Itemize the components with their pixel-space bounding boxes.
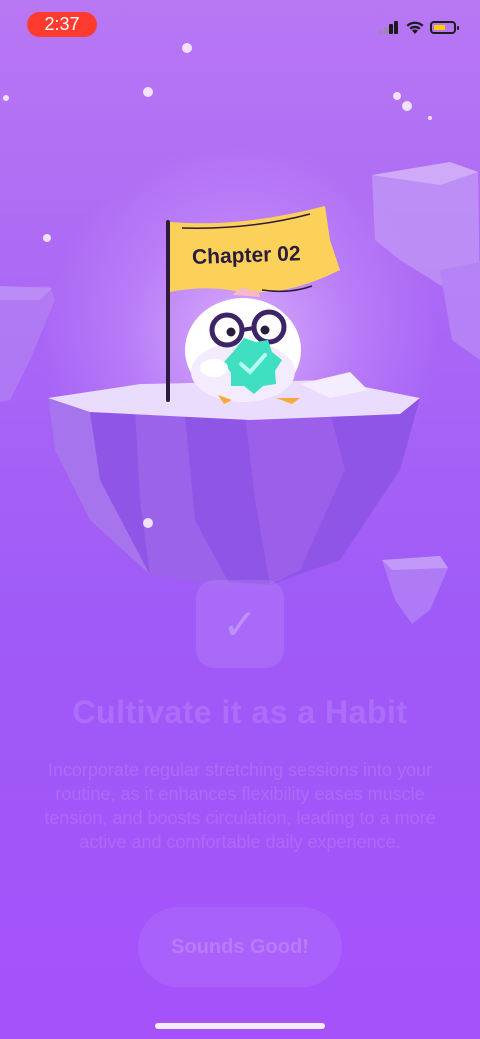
page-title: Cultivate it as a Habit bbox=[72, 694, 408, 730]
background-island-small bbox=[382, 556, 448, 624]
flag-text: Chapter 02 bbox=[192, 242, 301, 269]
home-indicator[interactable] bbox=[155, 1023, 325, 1029]
owl-mascot-icon bbox=[185, 287, 301, 404]
main-island bbox=[48, 372, 420, 585]
sounds-good-button[interactable]: Sounds Good! bbox=[138, 907, 342, 987]
stretch-icon: ✓ bbox=[196, 580, 284, 668]
chapter-flag: Chapter 02 bbox=[170, 206, 340, 293]
page-description: Incorporate regular stretching sessions … bbox=[44, 760, 436, 852]
background-island-left bbox=[0, 286, 55, 402]
background-island-right bbox=[372, 162, 480, 360]
